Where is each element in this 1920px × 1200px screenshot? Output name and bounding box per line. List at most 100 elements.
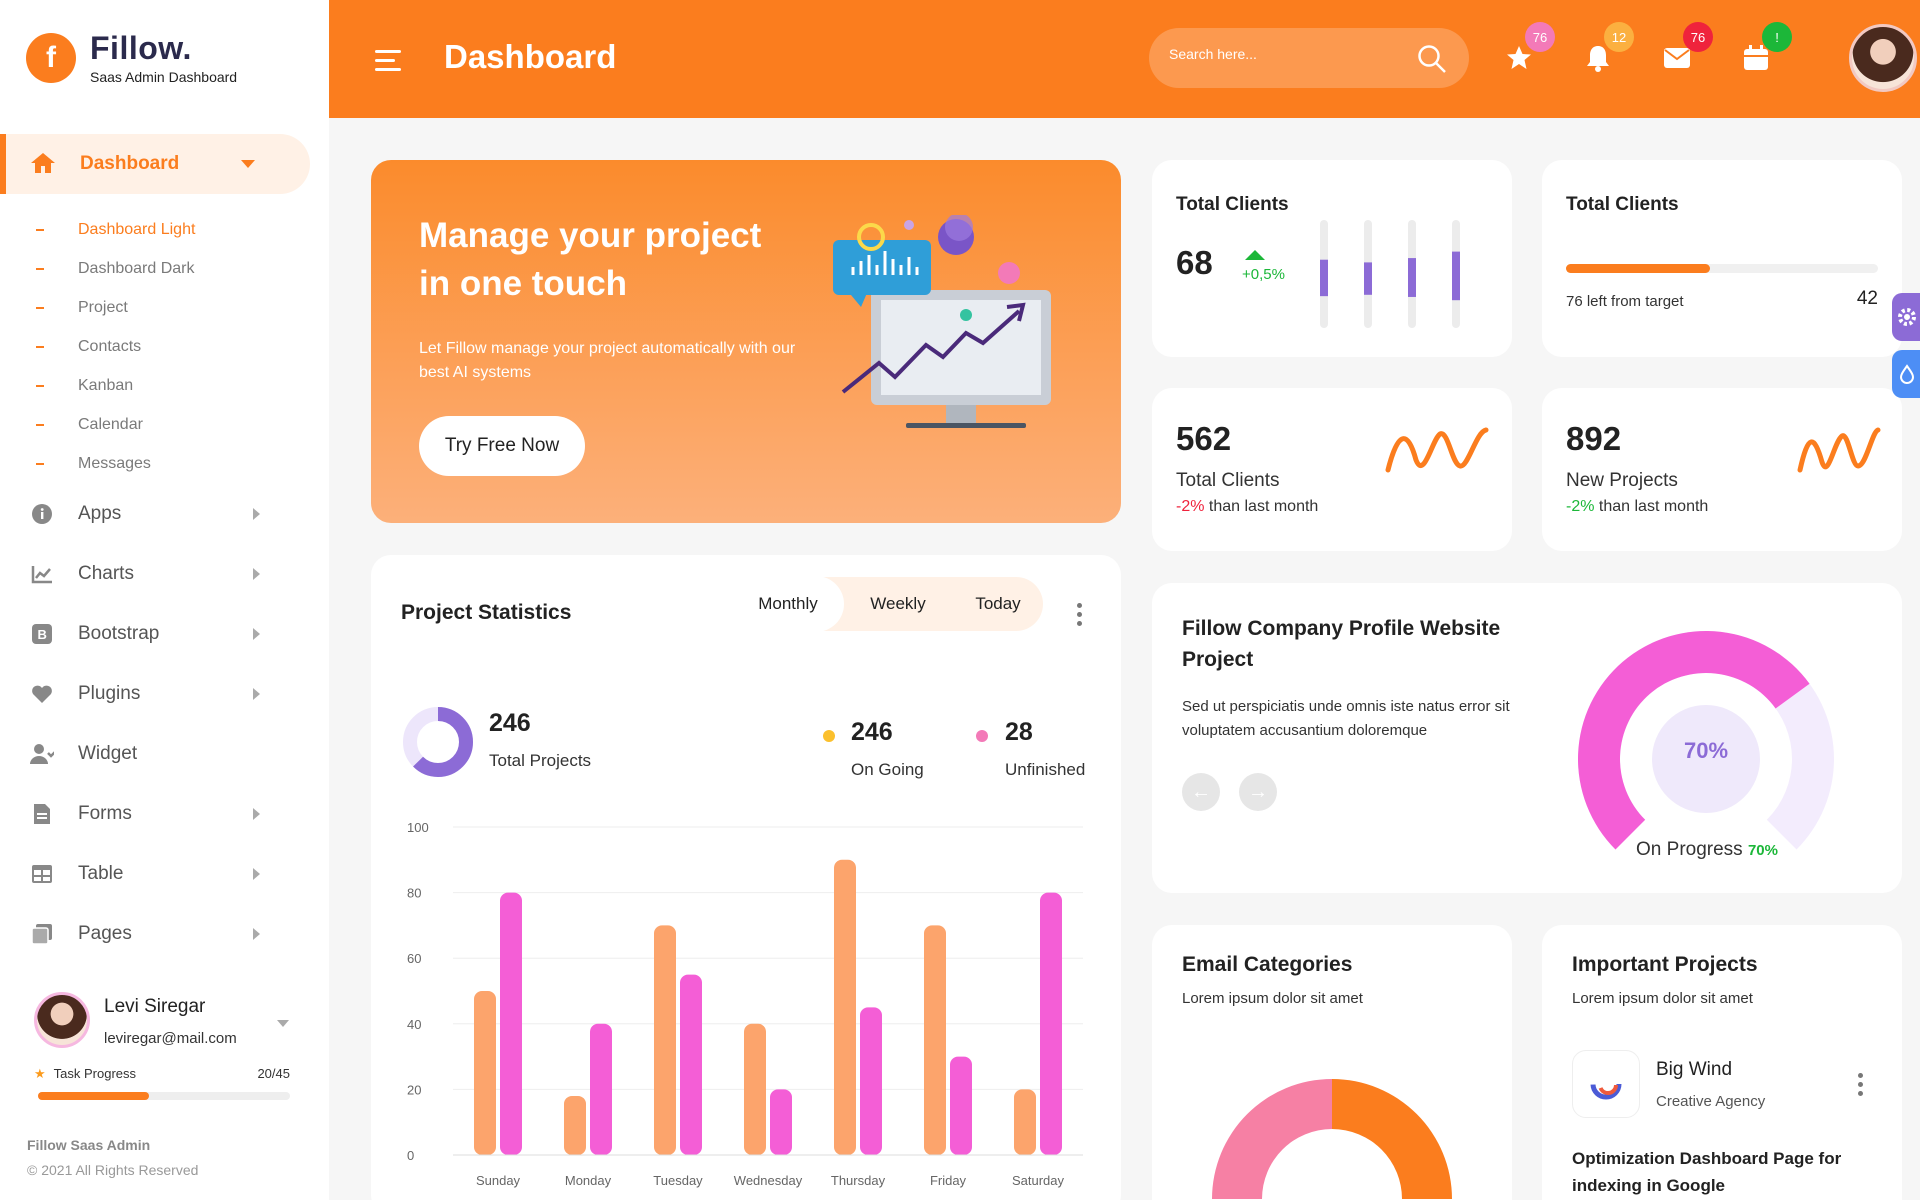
submenu-item-messages[interactable]: Messages	[36, 444, 195, 483]
chevron-down-icon	[241, 160, 255, 168]
sidebar-item-forms[interactable]: Forms	[30, 784, 260, 844]
calendar-button[interactable]: !	[1742, 22, 1792, 72]
card-subtitle: Lorem ipsum dolor sit amet	[1572, 990, 1753, 1007]
more-options-icon[interactable]	[1858, 1073, 1863, 1100]
period-tabs: Monthly Weekly Today	[733, 577, 1043, 631]
x-tick-label: Thursday	[831, 1173, 886, 1188]
notifications-button[interactable]: 12	[1584, 22, 1634, 72]
more-options-icon[interactable]	[1077, 603, 1082, 630]
email-donut-chart	[1212, 1079, 1452, 1199]
x-tick-label: Monday	[565, 1173, 612, 1188]
company-project-card: Fillow Company Profile Website Project S…	[1152, 583, 1902, 893]
search-icon[interactable]	[1417, 44, 1447, 79]
sidebar-item-charts[interactable]: Charts	[30, 544, 260, 604]
star-icon	[1507, 46, 1531, 69]
project-task: Optimization Dashboard Page for indexing…	[1572, 1149, 1842, 1195]
card-comparison: -2% than last month	[1566, 498, 1709, 515]
submenu-item-dashboard-light[interactable]: Dashboard Light	[36, 210, 195, 249]
info-icon	[30, 502, 54, 526]
bar	[1014, 1089, 1036, 1155]
sidebar-item-apps[interactable]: Apps	[30, 484, 260, 544]
project-logo-icon	[1572, 1050, 1640, 1118]
total-clients-monthly-card: 562 Total Clients -2% than last month	[1152, 388, 1512, 551]
submenu-item-calendar[interactable]: Calendar	[36, 405, 195, 444]
sidebar-item-pages[interactable]: Pages	[30, 904, 260, 964]
bar	[834, 859, 856, 1155]
chevron-right-icon	[253, 808, 260, 820]
card-value: 562	[1176, 420, 1232, 457]
next-arrow-icon[interactable]: →	[1239, 773, 1277, 811]
task-progress-fill	[38, 1092, 149, 1100]
arrow-up-icon	[1245, 250, 1265, 260]
mini-bar	[1364, 262, 1372, 295]
top-header: Dashboard 76 12 76 !	[329, 0, 1920, 118]
sidebar-item-plugins[interactable]: Plugins	[30, 664, 260, 724]
previous-arrow-icon[interactable]: ←	[1182, 773, 1220, 811]
file-icon	[30, 802, 54, 826]
y-tick-label: 0	[407, 1148, 414, 1163]
try-free-button[interactable]: Try Free Now	[419, 416, 585, 476]
settings-tab[interactable]	[1892, 293, 1920, 341]
favorites-button[interactable]: 76	[1505, 22, 1555, 72]
search-input[interactable]	[1169, 46, 1409, 62]
unfinished-dot	[976, 730, 988, 742]
mini-bar	[1408, 258, 1416, 297]
ongoing-label: On Going	[851, 760, 924, 779]
user-name: Levi Siregar	[104, 996, 206, 1017]
submenu-item-kanban[interactable]: Kanban	[36, 366, 195, 405]
user-check-icon	[30, 742, 54, 766]
calendar-icon	[1744, 45, 1768, 70]
total-projects-value: 246	[489, 709, 531, 737]
pages-icon	[30, 922, 54, 946]
header-avatar[interactable]	[1849, 24, 1917, 92]
chevron-down-icon[interactable]	[277, 1020, 289, 1027]
tab-weekly[interactable]: Weekly	[843, 577, 953, 631]
brand-logo[interactable]: f Fillow. Saas Admin Dashboard	[26, 30, 237, 85]
bar	[564, 1095, 586, 1155]
important-projects-card: Important Projects Lorem ipsum dolor sit…	[1542, 925, 1902, 1200]
chevron-right-icon	[253, 568, 260, 580]
submenu-item-project[interactable]: Project	[36, 288, 195, 327]
sidebar-item-table[interactable]: Table	[30, 844, 260, 904]
card-title: Important Projects	[1572, 953, 1758, 976]
card-change: +0,5%	[1242, 266, 1285, 283]
messages-button[interactable]: 76	[1663, 22, 1713, 72]
trend-wave-icon	[1797, 427, 1881, 473]
x-tick-label: Wednesday	[734, 1173, 803, 1188]
sidebar-item-widget[interactable]: Widget	[30, 724, 260, 784]
bar	[474, 991, 496, 1155]
ongoing-dot	[823, 730, 835, 742]
target-note: 76 left from target	[1566, 293, 1684, 310]
bar	[924, 925, 946, 1155]
project-company: Creative Agency	[1656, 1093, 1766, 1110]
task-progress-value: 20/45	[257, 1066, 290, 1081]
submenu-item-contacts[interactable]: Contacts	[36, 327, 195, 366]
card-value: 892	[1566, 420, 1622, 457]
theme-tab[interactable]	[1892, 350, 1920, 398]
brand-subtitle: Saas Admin Dashboard	[90, 69, 238, 85]
footer-title: Fillow Saas Admin	[27, 1137, 151, 1153]
menu-toggle-icon[interactable]	[375, 50, 401, 77]
user-profile[interactable]: Levi Siregar leviregar@mail.com ★ Task Pr…	[34, 992, 292, 1100]
tab-today[interactable]: Today	[953, 577, 1043, 631]
dashboard-submenu: Dashboard Light Dashboard Dark Project C…	[36, 210, 195, 483]
submenu-item-dashboard-dark[interactable]: Dashboard Dark	[36, 249, 195, 288]
total-projects-donut	[403, 707, 473, 777]
page-title: Dashboard	[444, 38, 617, 75]
card-title: Project Statistics	[401, 601, 572, 624]
tab-monthly[interactable]: Monthly	[733, 577, 843, 631]
project-statistics-card: Project Statistics Monthly Weekly Today …	[371, 555, 1121, 1200]
notification-badge: !	[1762, 22, 1792, 52]
svg-text:B: B	[38, 627, 47, 642]
sidebar-item-dashboard[interactable]: Dashboard	[0, 134, 310, 194]
y-tick-label: 40	[407, 1017, 421, 1032]
task-progress: ★ Task Progress 20/45	[34, 1066, 290, 1082]
sidebar-item-bootstrap[interactable]: B Bootstrap	[30, 604, 260, 664]
droplet-icon	[1899, 364, 1915, 384]
mail-icon	[1664, 48, 1690, 68]
card-label: Total Clients	[1176, 470, 1280, 491]
sidebar: f Fillow. Saas Admin Dashboard Dashboard…	[0, 0, 329, 1200]
home-icon	[30, 151, 56, 180]
total-clients-card: Total Clients 68 +0,5%	[1152, 160, 1512, 357]
bar	[860, 1007, 882, 1155]
